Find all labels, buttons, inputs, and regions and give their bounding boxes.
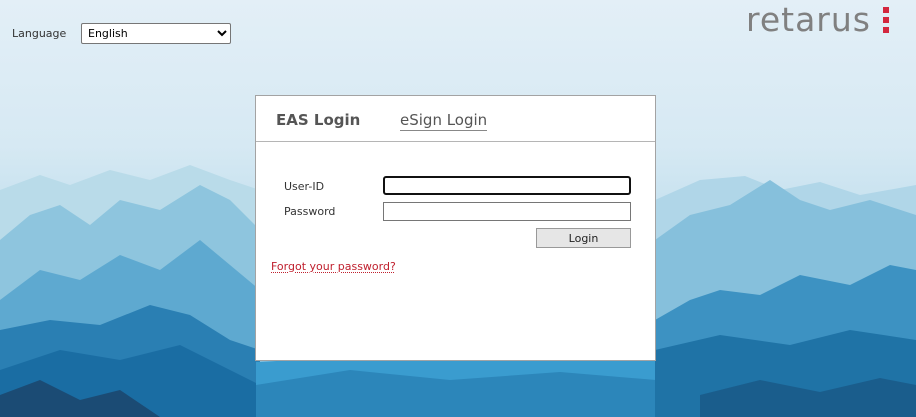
password-label: Password — [284, 205, 336, 218]
tab-eas-login[interactable]: EAS Login — [276, 111, 360, 129]
login-tabs: EAS Login eSign Login — [256, 96, 655, 142]
forgot-password-link[interactable]: Forgot your password? — [271, 260, 396, 273]
language-select[interactable]: English — [81, 23, 231, 44]
login-card: EAS Login eSign Login User-ID Password L… — [255, 95, 656, 361]
brand-wordmark: retarus — [746, 0, 871, 39]
password-input[interactable] — [383, 202, 631, 221]
language-label: Language — [12, 27, 67, 40]
login-button[interactable]: Login — [536, 228, 631, 248]
tab-esign-login[interactable]: eSign Login — [400, 111, 488, 131]
user-id-input[interactable] — [383, 176, 631, 195]
brand-dots-icon — [883, 7, 889, 37]
user-id-label: User-ID — [284, 180, 325, 193]
